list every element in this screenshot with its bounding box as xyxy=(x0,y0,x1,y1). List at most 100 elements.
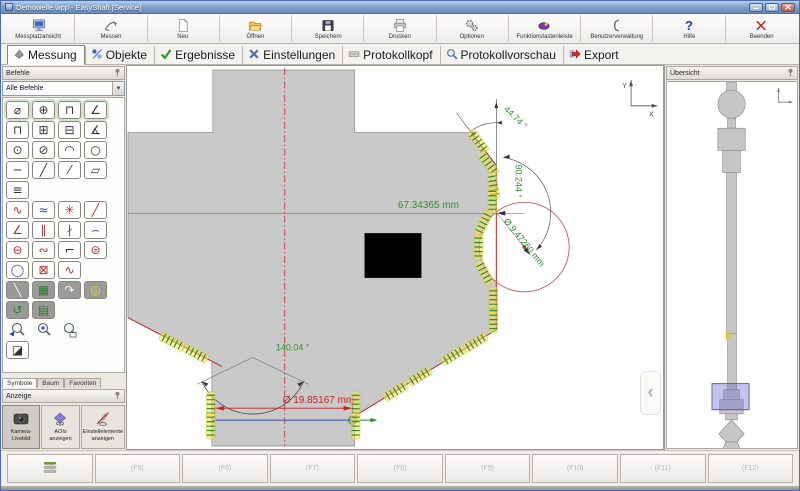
function-bar-icon xyxy=(536,18,552,33)
tool-crossed-circle-icon[interactable]: ⊠ xyxy=(32,261,55,279)
axis-label-y: Y xyxy=(622,83,627,90)
tool-angle-icon[interactable]: ∠ xyxy=(84,101,107,119)
toolbar-button-label: Benutzerverwaltung xyxy=(590,33,643,40)
tool-line-icon[interactable]: ─ xyxy=(6,161,29,179)
tab-objekte[interactable]: Objekte xyxy=(85,46,154,64)
zoom-in-icon[interactable] xyxy=(32,321,55,339)
pin-icon[interactable] xyxy=(787,68,794,79)
measurement-drawing[interactable]: 67.34365 mm Ø 9.47260 mm 90.244 ° xyxy=(127,66,663,449)
function-key-button-f5[interactable]: (F5) xyxy=(95,454,181,483)
tool-profile2-icon[interactable]: ≈ xyxy=(32,201,55,219)
function-key-button-f9[interactable]: (F9) xyxy=(445,454,531,483)
show-aois-button[interactable]: AOIs anzeigen xyxy=(41,405,79,449)
function-key-button-f12[interactable]: (F12) xyxy=(708,454,794,483)
maximize-button[interactable] xyxy=(765,3,779,12)
tool-roundness-icon[interactable]: ◯ xyxy=(6,261,29,279)
function-key-button-f6[interactable]: (F6) xyxy=(182,454,268,483)
function-key-button-f7[interactable]: (F7) xyxy=(270,454,356,483)
tool-gear-icon[interactable]: ✳ xyxy=(58,201,81,219)
tool-circle-icon[interactable]: ○ xyxy=(84,141,107,159)
tool-turn-icon[interactable]: ↺ xyxy=(6,301,29,319)
tool-line2-icon[interactable]: ╱ xyxy=(32,161,55,179)
zoom-rect-icon[interactable] xyxy=(58,321,81,339)
tool-angle2-icon[interactable]: ∡ xyxy=(84,121,107,139)
tool-table-icon[interactable]: ▤ xyxy=(32,301,55,319)
viewport-rect[interactable] xyxy=(712,384,749,410)
shaft-overview-drawing[interactable] xyxy=(667,82,797,448)
tab-protokollkopf[interactable]: Protokollkopf xyxy=(342,46,439,64)
function-layers-button[interactable] xyxy=(7,454,93,483)
function-bar-button[interactable]: Funktionstastenleiste xyxy=(509,15,581,42)
command-filter-value: Alle Befehle xyxy=(6,85,43,92)
tab-protokollvorschau[interactable]: Protokollvorschau xyxy=(440,46,563,64)
function-key-label: (F10) xyxy=(567,465,584,472)
commands-panel: Befehle Alle Befehle ▼ ⌀⊕⊓∠⊓⊞⊟∡⊙⊘◠○─╱⁄▱≡… xyxy=(1,65,127,450)
function-key-button-f11[interactable]: (F11) xyxy=(620,454,706,483)
tool-length-x-icon[interactable]: ⊞ xyxy=(32,121,55,139)
user-management-button[interactable]: Benutzerverwaltung xyxy=(581,15,653,42)
minimize-button[interactable] xyxy=(749,3,763,12)
chevron-down-icon[interactable]: ▼ xyxy=(112,82,124,95)
pin-icon[interactable] xyxy=(114,68,121,79)
tool-arc-icon[interactable]: ◠ xyxy=(58,141,81,159)
panel-tab-baum[interactable]: Baum xyxy=(37,378,64,388)
collapse-overview-button[interactable]: ‹ xyxy=(640,371,661,415)
tool-line3-icon[interactable]: ⁄ xyxy=(58,161,81,179)
measure-button[interactable]: Messen xyxy=(75,15,147,42)
measurement-canvas[interactable]: 67.34365 mm Ø 9.47260 mm 90.244 ° xyxy=(127,65,664,450)
tool-contour-icon[interactable]: ▱ xyxy=(84,161,107,179)
tool-circle-diameter-icon[interactable]: ⊘ xyxy=(32,141,55,159)
title-bar[interactable]: Demowelle.wpp - EasyShaft [Service] xyxy=(1,1,799,14)
command-filter-select[interactable]: Alle Befehle ▼ xyxy=(2,81,125,96)
function-key-button-f8[interactable]: (F8) xyxy=(357,454,443,483)
close-button[interactable] xyxy=(781,3,795,12)
pin-icon[interactable] xyxy=(114,391,121,402)
tool-profile-icon[interactable]: ∿ xyxy=(6,201,29,219)
display-buttons: Kamera-LivebildAOIs anzeigenEinstellelem… xyxy=(2,405,125,449)
tool-slope-icon[interactable]: ╱ xyxy=(84,201,107,219)
options-button[interactable]: Optionen xyxy=(437,15,509,42)
tool-circle-center-icon[interactable]: ⊙ xyxy=(6,141,29,159)
tool-edge-icon[interactable]: ╲ xyxy=(6,281,29,299)
tab-messung[interactable]: Messung xyxy=(7,45,85,65)
panel-tab-favoriten[interactable]: Favoriten xyxy=(64,378,101,388)
tool-view-icon[interactable]: ◪ xyxy=(6,341,29,359)
panel-tab-symbole[interactable]: Symbole xyxy=(2,378,37,388)
tool-parallel-icon[interactable]: ≡ xyxy=(6,181,29,199)
tab-ergebnisse[interactable]: Ergebnisse xyxy=(154,46,242,64)
show-adjust-elements-button[interactable]: Einstellelemente anzeigen xyxy=(81,405,125,449)
tool-grid: ⌀⊕⊓∠⊓⊞⊟∡⊙⊘◠○─╱⁄▱≡∿≈✳╱∠∥∤⌢⊖∾⌐⊜◯⊠∿╲▦↷◎↺▤◪ xyxy=(2,97,125,373)
tool-parallel-lines-icon[interactable]: ∥ xyxy=(32,221,55,239)
function-key-button-f10[interactable]: (F10) xyxy=(532,454,618,483)
export-tab-icon xyxy=(569,48,581,63)
zoom-prev-icon[interactable] xyxy=(6,321,29,339)
tool-length-z-icon[interactable]: ⊟ xyxy=(58,121,81,139)
overview-view[interactable] xyxy=(666,81,798,449)
tool-rotate-icon[interactable]: ↷ xyxy=(58,281,81,299)
tool-width-icon[interactable]: ⊓ xyxy=(58,101,81,119)
save-button[interactable]: Speichern xyxy=(292,15,364,42)
help-button[interactable]: ?Hilfe xyxy=(653,15,725,42)
tool-radius-icon[interactable]: ⊕ xyxy=(32,101,55,119)
tool-angle-lines-icon[interactable]: ∠ xyxy=(6,221,29,239)
exit-button[interactable]: Beenden xyxy=(726,15,797,42)
tool-highlight-circle-icon[interactable]: ◎ xyxy=(84,281,107,299)
camera-live-button[interactable]: Kamera-Livebild xyxy=(2,405,40,449)
open-button[interactable]: Öffnen xyxy=(220,15,292,42)
workstation-view-button[interactable]: Messplatzansicht xyxy=(3,15,75,42)
results-tab-icon xyxy=(160,48,172,63)
tool-waviness-icon[interactable]: ∿ xyxy=(58,261,81,279)
tool-cylinder-icon[interactable]: ⊖ xyxy=(6,241,29,259)
tab-export[interactable]: Export xyxy=(563,46,626,64)
tool-diameter-icon[interactable]: ⌀ xyxy=(6,101,29,119)
tool-grid-icon[interactable]: ▦ xyxy=(32,281,55,299)
tab-einstellungen[interactable]: Einstellungen xyxy=(242,46,342,64)
tool-wave-icon[interactable]: ∾ xyxy=(32,241,55,259)
tool-coord-icon[interactable]: ⌐ xyxy=(58,241,81,259)
print-button[interactable]: Drucken xyxy=(364,15,436,42)
tool-perpendicular-icon[interactable]: ∤ xyxy=(58,221,81,239)
tool-length-icon[interactable]: ⊓ xyxy=(6,121,29,139)
tool-curve-icon[interactable]: ⌢ xyxy=(84,221,107,239)
new-button[interactable]: Neu xyxy=(148,15,220,42)
tool-runout-icon[interactable]: ⊜ xyxy=(84,241,107,259)
